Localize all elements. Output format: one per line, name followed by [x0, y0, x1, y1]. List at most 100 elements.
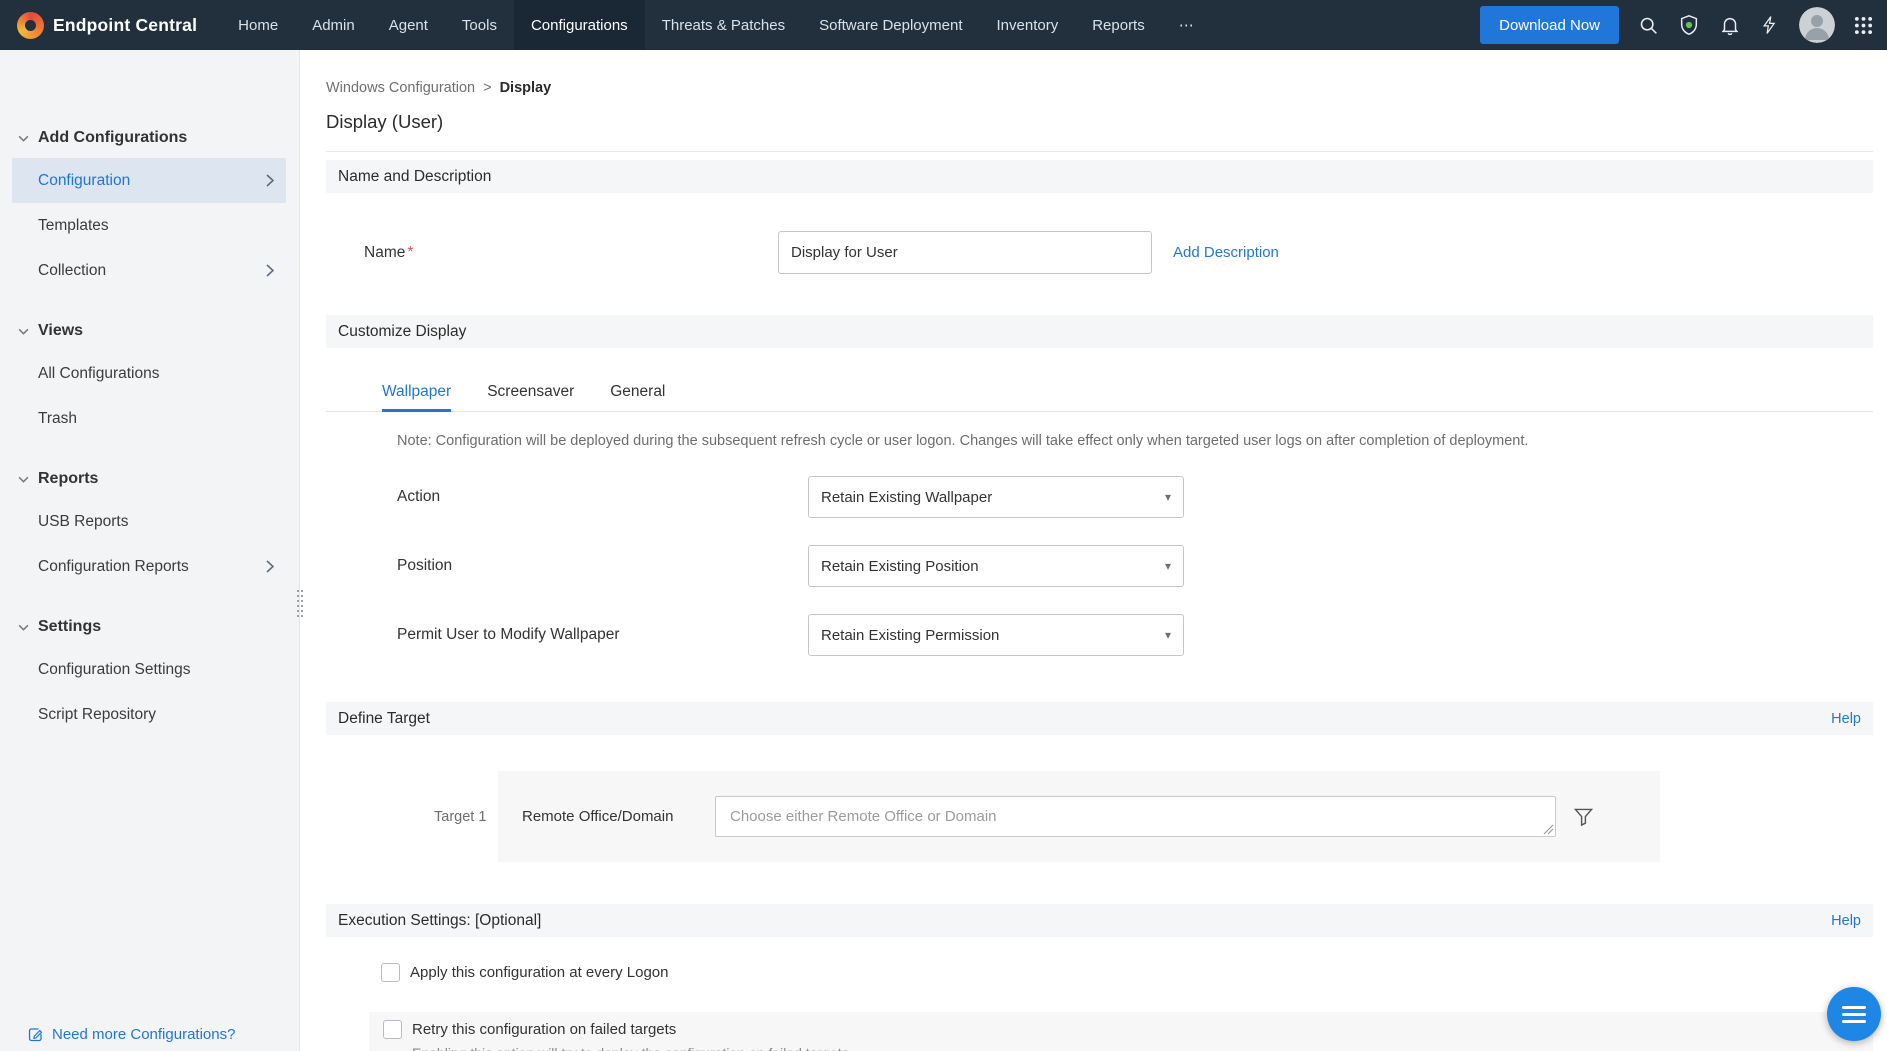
chevron-down-icon: [18, 476, 29, 483]
remote-office-domain-label: Remote Office/Domain: [522, 808, 715, 825]
sidebar-item-label: All Configurations: [38, 365, 159, 383]
define-target-help-link[interactable]: Help: [1831, 711, 1861, 727]
remote-office-domain-input[interactable]: [715, 796, 1556, 837]
tab-wallpaper[interactable]: Wallpaper: [382, 380, 451, 412]
sidebar-section-settings: Settings Configuration Settings Script R…: [0, 607, 299, 737]
permit-modify-row: Permit User to Modify Wallpaper Retain E…: [326, 614, 1873, 656]
sidebar-item-label: Collection: [38, 262, 106, 280]
nav-item-admin[interactable]: Admin: [295, 0, 372, 50]
configuration-name-input[interactable]: [778, 231, 1152, 274]
target-row: Target 1 Remote Office/Domain: [326, 771, 1873, 862]
section-title: Define Target: [338, 710, 430, 728]
chevron-right-icon: [266, 264, 274, 277]
sidebar-header-reports[interactable]: Reports: [0, 459, 299, 499]
title-divider: [326, 151, 1873, 152]
apps-grid-icon[interactable]: [1854, 16, 1873, 35]
position-select-value: Retain Existing Position: [821, 558, 979, 575]
sidebar-item-label: Configuration Reports: [38, 558, 189, 576]
position-label: Position: [397, 557, 808, 575]
sidebar-header-add-configurations[interactable]: Add Configurations: [0, 118, 299, 158]
resize-grip-icon[interactable]: [1543, 824, 1554, 835]
nav-item-configurations[interactable]: Configurations: [514, 0, 645, 50]
target-number-label: Target 1: [434, 809, 498, 825]
position-row: Position Retain Existing Position ▾: [326, 545, 1873, 587]
top-navigation: Endpoint Central Home Admin Agent Tools …: [0, 0, 1887, 50]
sidebar-item-usb-reports[interactable]: USB Reports: [12, 499, 286, 544]
retry-on-failed-row: Retry this configuration on failed targe…: [383, 1017, 1873, 1041]
section-header-name-description: Name and Description: [326, 160, 1873, 193]
dropdown-caret-icon: ▾: [1165, 490, 1171, 504]
target-definition-box: Remote Office/Domain: [498, 771, 1660, 862]
execution-settings-help-link[interactable]: Help: [1831, 913, 1861, 929]
dropdown-caret-icon: ▾: [1165, 628, 1171, 642]
section-header-execution-settings: Execution Settings: [Optional] Help: [326, 904, 1873, 937]
permit-modify-select[interactable]: Retain Existing Permission ▾: [808, 614, 1184, 656]
action-row: Action Retain Existing Wallpaper ▾: [326, 476, 1873, 518]
nav-item-inventory[interactable]: Inventory: [980, 0, 1076, 50]
chevron-right-icon: [266, 174, 274, 187]
search-icon[interactable]: [1638, 15, 1659, 36]
retry-on-failed-checkbox[interactable]: [383, 1020, 402, 1039]
sidebar-item-configuration[interactable]: Configuration: [12, 158, 286, 203]
floating-menu-button[interactable]: [1827, 987, 1881, 1041]
retry-on-failed-label: Retry this configuration on failed targe…: [412, 1021, 676, 1038]
sidebar-item-label: Script Repository: [38, 706, 156, 724]
nav-item-reports[interactable]: Reports: [1075, 0, 1162, 50]
action-select-value: Retain Existing Wallpaper: [821, 489, 992, 506]
nav-item-tools[interactable]: Tools: [445, 0, 514, 50]
breadcrumb-separator: >: [483, 80, 491, 96]
flash-icon[interactable]: [1760, 14, 1780, 36]
position-select[interactable]: Retain Existing Position ▾: [808, 545, 1184, 587]
brand-name: Endpoint Central: [53, 15, 197, 36]
nav-item-software-deployment[interactable]: Software Deployment: [802, 0, 979, 50]
sidebar-item-trash[interactable]: Trash: [12, 396, 286, 441]
sidebar-item-label: Configuration: [38, 172, 130, 190]
sidebar-item-configuration-reports[interactable]: Configuration Reports: [12, 544, 286, 589]
sidebar-header-views[interactable]: Views: [0, 311, 299, 351]
sidebar-resize-handle[interactable]: [296, 590, 304, 620]
nav-item-home[interactable]: Home: [221, 0, 295, 50]
dropdown-caret-icon: ▾: [1165, 559, 1171, 573]
breadcrumb-current: Display: [500, 80, 552, 96]
sidebar-item-templates[interactable]: Templates: [12, 203, 286, 248]
need-more-configurations-link[interactable]: Need more Configurations?: [27, 1026, 235, 1043]
nav-item-threats-patches[interactable]: Threats & Patches: [645, 0, 802, 50]
security-shield-icon[interactable]: [1678, 14, 1700, 36]
tab-screensaver[interactable]: Screensaver: [487, 380, 574, 412]
breadcrumb-parent[interactable]: Windows Configuration: [326, 80, 475, 96]
section-header-customize-display: Customize Display: [326, 315, 1873, 348]
download-now-button[interactable]: Download Now: [1480, 6, 1619, 44]
section-header-define-target: Define Target Help: [326, 702, 1873, 735]
name-label-text: Name: [364, 244, 405, 261]
sidebar-section-title: Settings: [38, 618, 101, 636]
nav-item-agent[interactable]: Agent: [372, 0, 445, 50]
endpoint-central-logo-icon: [17, 12, 44, 39]
tab-general[interactable]: General: [610, 380, 665, 412]
main-content: Windows Configuration > Display Display …: [300, 50, 1887, 1051]
apply-at-logon-row: Apply this configuration at every Logon: [326, 953, 1873, 991]
chevron-down-icon: [18, 624, 29, 631]
required-asterisk: *: [407, 244, 413, 261]
nav-item-more[interactable]: ⋯: [1162, 0, 1211, 50]
sidebar: Add Configurations Configuration Templat…: [0, 50, 300, 1051]
filter-funnel-icon[interactable]: [1574, 808, 1593, 826]
user-avatar[interactable]: [1799, 7, 1835, 43]
action-select[interactable]: Retain Existing Wallpaper ▾: [808, 476, 1184, 518]
retry-on-failed-description: Enabling this option will try to deploy …: [412, 1044, 1873, 1051]
sidebar-section-title: Views: [38, 322, 83, 340]
sidebar-item-script-repository[interactable]: Script Repository: [12, 692, 286, 737]
retry-on-failed-box: Retry this configuration on failed targe…: [369, 1012, 1873, 1051]
notification-bell-icon[interactable]: [1719, 14, 1741, 36]
sidebar-item-configuration-settings[interactable]: Configuration Settings: [12, 647, 286, 692]
sidebar-item-label: Configuration Settings: [38, 661, 191, 679]
sidebar-header-settings[interactable]: Settings: [0, 607, 299, 647]
brand[interactable]: Endpoint Central: [0, 12, 221, 39]
sidebar-item-all-configurations[interactable]: All Configurations: [12, 351, 286, 396]
sidebar-item-collection[interactable]: Collection: [12, 248, 286, 293]
add-description-link[interactable]: Add Description: [1173, 244, 1279, 261]
section-title: Customize Display: [338, 323, 466, 341]
chevron-down-icon: [18, 328, 29, 335]
apply-at-logon-checkbox[interactable]: [381, 963, 400, 982]
sidebar-section-views: Views All Configurations Trash: [0, 311, 299, 441]
sidebar-section-reports: Reports USB Reports Configuration Report…: [0, 459, 299, 589]
